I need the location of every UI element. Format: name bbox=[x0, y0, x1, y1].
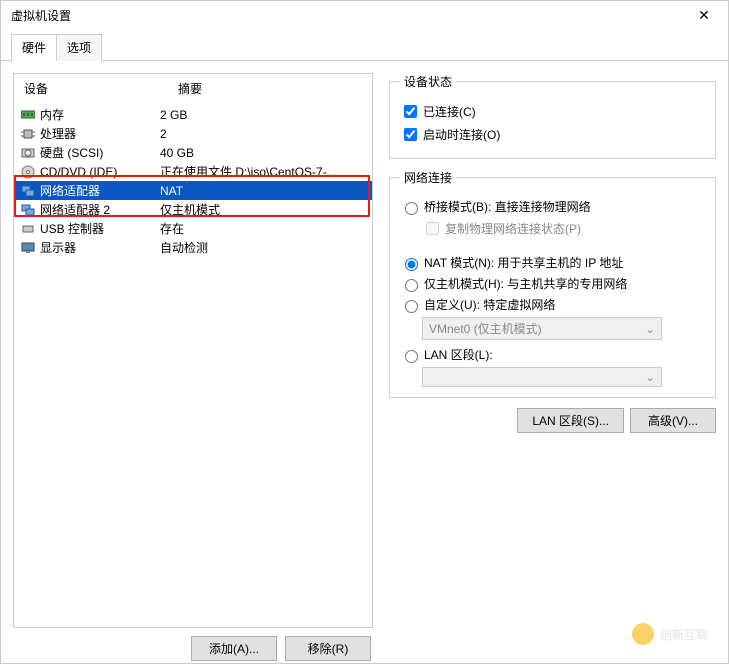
left-panel: 设备 摘要 内存 2 GB 处理器 2 硬盘 (SCSI) 40 GB CD/D… bbox=[13, 73, 373, 661]
chevron-down-icon: ⌄ bbox=[645, 322, 655, 336]
connect-on-power-checkbox[interactable]: 启动时连接(O) bbox=[400, 125, 705, 144]
watermark-logo-icon bbox=[632, 623, 654, 645]
tab-strip: 硬件 选项 bbox=[1, 33, 728, 61]
add-button[interactable]: 添加(A)... bbox=[191, 636, 277, 661]
device-row-hdd[interactable]: 硬盘 (SCSI) 40 GB bbox=[14, 143, 372, 162]
col-summary: 摘要 bbox=[178, 80, 366, 97]
custom-radio[interactable]: 自定义(U): 特定虚拟网络 bbox=[400, 296, 705, 313]
network-legend: 网络连接 bbox=[400, 169, 456, 186]
watermark: 创新互联 bbox=[632, 623, 708, 645]
close-icon[interactable]: ✕ bbox=[684, 1, 724, 29]
tab-hardware[interactable]: 硬件 bbox=[11, 34, 57, 61]
hdd-icon bbox=[20, 145, 36, 161]
network-icon bbox=[20, 183, 36, 199]
cpu-icon bbox=[20, 126, 36, 142]
device-status-group: 设备状态 已连接(C) 启动时连接(O) bbox=[389, 73, 716, 159]
network-icon bbox=[20, 202, 36, 218]
bridged-radio[interactable]: 桥接模式(B): 直接连接物理网络 bbox=[400, 198, 705, 215]
device-list: 设备 摘要 内存 2 GB 处理器 2 硬盘 (SCSI) 40 GB CD/D… bbox=[13, 73, 373, 628]
device-row-usb[interactable]: USB 控制器 存在 bbox=[14, 219, 372, 238]
lan-segments-button[interactable]: LAN 区段(S)... bbox=[517, 408, 624, 433]
device-row-network-2[interactable]: 网络适配器 2 仅主机模式 bbox=[14, 200, 372, 219]
tab-options[interactable]: 选项 bbox=[56, 34, 102, 61]
col-device: 设备 bbox=[20, 80, 178, 97]
remove-button[interactable]: 移除(R) bbox=[285, 636, 371, 661]
chevron-down-icon: ⌄ bbox=[645, 370, 655, 384]
advanced-button[interactable]: 高级(V)... bbox=[630, 408, 716, 433]
nat-radio[interactable]: NAT 模式(N): 用于共享主机的 IP 地址 bbox=[400, 254, 705, 271]
usb-icon bbox=[20, 221, 36, 237]
device-row-cd[interactable]: CD/DVD (IDE) 正在使用文件 D:\iso\CentOS-7-... bbox=[14, 162, 372, 181]
device-buttons: 添加(A)... 移除(R) bbox=[13, 628, 373, 661]
hostonly-radio[interactable]: 仅主机模式(H): 与主机共享的专用网络 bbox=[400, 275, 705, 292]
custom-network-combo: VMnet0 (仅主机模式)⌄ bbox=[422, 317, 662, 340]
device-header: 设备 摘要 bbox=[14, 74, 372, 105]
device-row-memory[interactable]: 内存 2 GB bbox=[14, 105, 372, 124]
window-title: 虚拟机设置 bbox=[11, 7, 684, 24]
device-row-display[interactable]: 显示器 自动检测 bbox=[14, 238, 372, 257]
device-row-network-1[interactable]: 网络适配器 NAT bbox=[14, 181, 372, 200]
device-status-legend: 设备状态 bbox=[400, 73, 456, 90]
extra-buttons: LAN 区段(S)... 高级(V)... bbox=[389, 408, 716, 433]
content-area: 设备 摘要 内存 2 GB 处理器 2 硬盘 (SCSI) 40 GB CD/D… bbox=[1, 61, 728, 661]
memory-icon bbox=[20, 107, 36, 123]
cd-icon bbox=[20, 164, 36, 180]
display-icon bbox=[20, 240, 36, 256]
connected-checkbox[interactable]: 已连接(C) bbox=[400, 102, 705, 121]
title-bar: 虚拟机设置 ✕ bbox=[1, 1, 728, 29]
replicate-checkbox: 复制物理网络连接状态(P) bbox=[422, 219, 705, 238]
lan-segment-combo: ⌄ bbox=[422, 367, 662, 387]
right-panel: 设备状态 已连接(C) 启动时连接(O) 网络连接 桥接模式(B): 直接连接物… bbox=[385, 73, 716, 661]
device-row-cpu[interactable]: 处理器 2 bbox=[14, 124, 372, 143]
lan-segment-radio[interactable]: LAN 区段(L): bbox=[400, 346, 705, 363]
network-connection-group: 网络连接 桥接模式(B): 直接连接物理网络 复制物理网络连接状态(P) NAT… bbox=[389, 169, 716, 398]
